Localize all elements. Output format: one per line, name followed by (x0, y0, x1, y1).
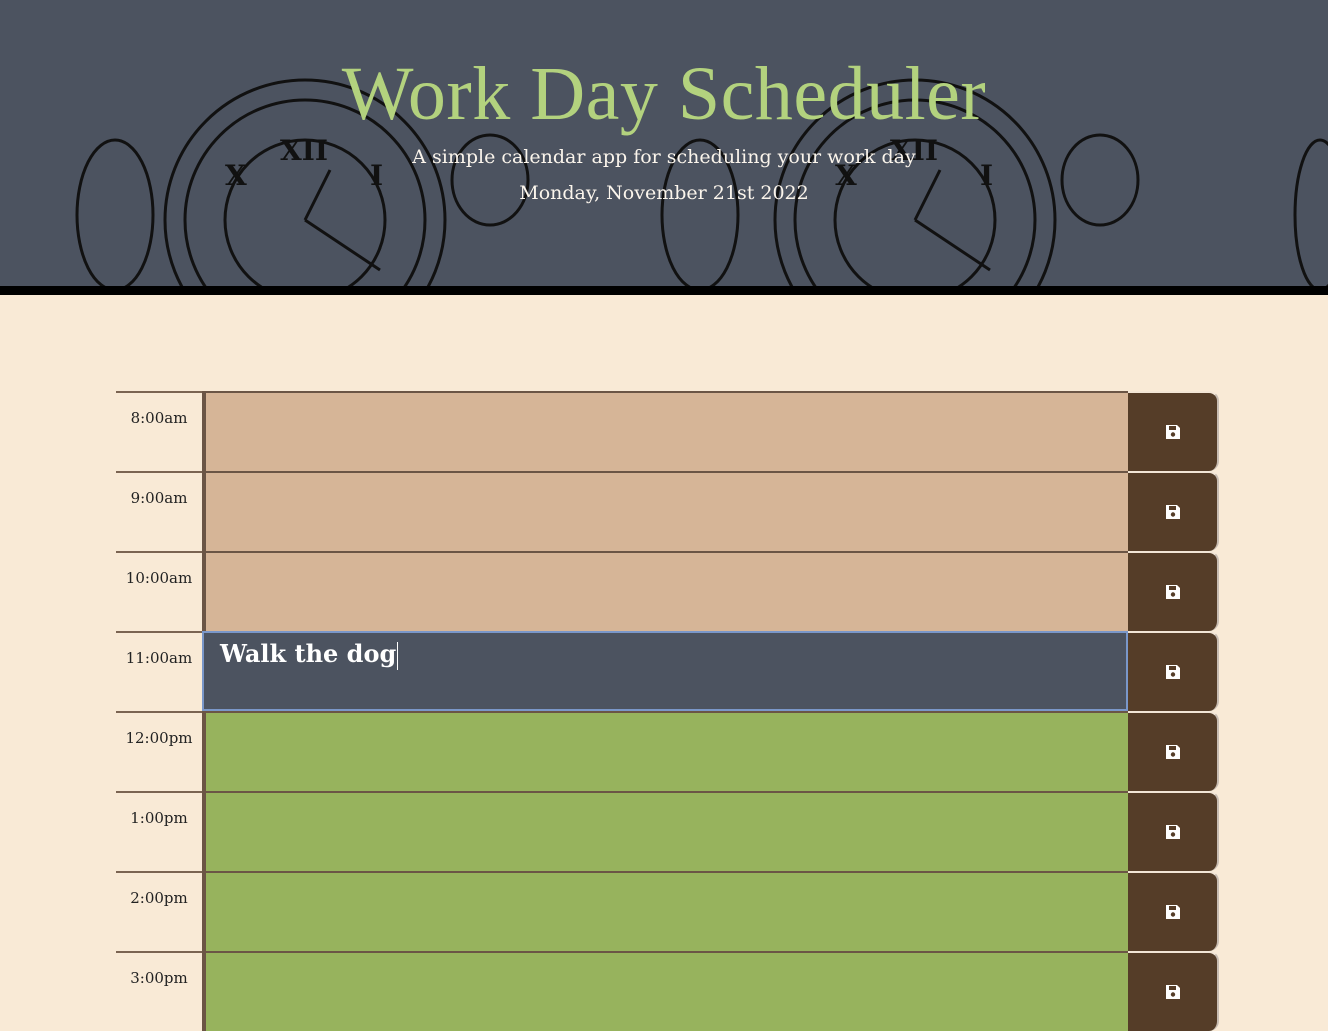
hour-label: 9:00am (116, 471, 202, 551)
save-button[interactable] (1128, 951, 1219, 1031)
floppy-disk-icon (1165, 585, 1180, 599)
time-block-row: 12:00pm (116, 711, 1219, 791)
save-button[interactable] (1128, 791, 1219, 871)
save-button[interactable] (1128, 711, 1219, 791)
hour-label: 3:00pm (116, 951, 202, 1031)
floppy-disk-icon (1165, 985, 1180, 999)
save-button[interactable] (1128, 871, 1219, 951)
time-block-row: 11:00am Walk the dog (116, 631, 1219, 711)
save-button[interactable] (1128, 551, 1219, 631)
save-button[interactable] (1128, 631, 1219, 711)
floppy-disk-icon (1165, 505, 1180, 519)
floppy-disk-icon (1165, 905, 1180, 919)
event-description-input[interactable] (202, 951, 1128, 1031)
floppy-disk-icon (1165, 665, 1180, 679)
event-description-input[interactable] (202, 871, 1128, 951)
hour-label: 12:00pm (116, 711, 202, 791)
hour-label: 10:00am (116, 551, 202, 631)
event-description-input[interactable] (202, 391, 1128, 471)
time-block-row: 10:00am (116, 551, 1219, 631)
event-description-input[interactable] (202, 471, 1128, 551)
time-block-row: 1:00pm (116, 791, 1219, 871)
time-block-list: 8:00am 9:00am 10:00am 11:00am Walk the d… (116, 391, 1219, 1031)
page-subtitle: A simple calendar app for scheduling you… (412, 146, 916, 168)
save-button[interactable] (1128, 471, 1219, 551)
floppy-disk-icon (1165, 825, 1180, 839)
time-block-row: 3:00pm (116, 951, 1219, 1031)
save-button[interactable] (1128, 391, 1219, 471)
hour-label: 11:00am (116, 631, 202, 711)
floppy-disk-icon (1165, 425, 1180, 439)
event-description-input[interactable] (202, 791, 1128, 871)
page-header: XII X I XII X I Work Day Scheduler A sim… (0, 0, 1328, 295)
event-description-input[interactable]: Walk the dog (202, 631, 1128, 711)
current-date: Monday, November 21st 2022 (519, 182, 809, 204)
time-block-row: 8:00am (116, 391, 1219, 471)
text-caret (397, 641, 399, 670)
event-text: Walk the dog (220, 639, 397, 668)
page-title: Work Day Scheduler (341, 52, 987, 136)
pocket-watch-illustration: XII X I XII X I (75, 78, 1328, 286)
hour-label: 2:00pm (116, 871, 202, 951)
hour-label: 1:00pm (116, 791, 202, 871)
event-description-input[interactable] (202, 551, 1128, 631)
time-block-row: 2:00pm (116, 871, 1219, 951)
time-block-row: 9:00am (116, 471, 1219, 551)
event-description-input[interactable] (202, 711, 1128, 791)
floppy-disk-icon (1165, 745, 1180, 759)
hour-label: 8:00am (116, 391, 202, 471)
